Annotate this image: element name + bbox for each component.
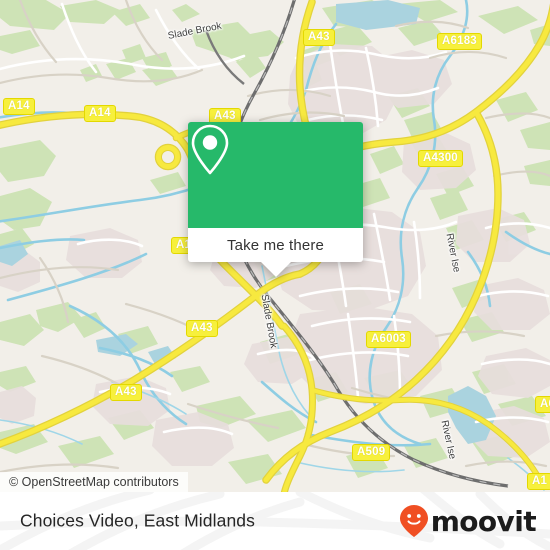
road-shield: A509 [352,444,391,461]
moovit-smiley-pin-icon [399,505,428,537]
popup-action[interactable]: Take me there [188,228,363,262]
popup-header [188,122,363,228]
road-shield: A1 [527,473,550,490]
footer-bar: Choices Video, East Midlands moovit [0,492,550,550]
road-shield: A43 [303,29,335,46]
map-pin-icon [191,124,229,175]
moovit-wordmark: moovit [430,504,537,538]
moovit-brand[interactable]: moovit [399,504,537,538]
take-me-there-popup[interactable]: Take me there [188,122,363,277]
map-canvas[interactable]: Slade Brook Slade Brook River Ise River … [0,0,550,492]
road-shield: A6183 [437,33,482,50]
popup-pointer [260,262,291,277]
road-shield: A43 [110,384,142,401]
map-screenshot: Slade Brook Slade Brook River Ise River … [0,0,550,550]
map-roundabout [154,143,182,171]
road-shield: A14 [3,98,35,115]
page-title: Choices Video, East Midlands [20,510,255,531]
road-shield: A4300 [418,150,463,167]
road-shield: A6003 [366,331,411,348]
road-shield: A6 [535,396,550,413]
map-attribution[interactable]: © OpenStreetMap contributors [0,472,188,492]
road-shield: A14 [84,105,116,122]
take-me-there-label: Take me there [227,236,324,254]
road-shield: A43 [186,320,218,337]
